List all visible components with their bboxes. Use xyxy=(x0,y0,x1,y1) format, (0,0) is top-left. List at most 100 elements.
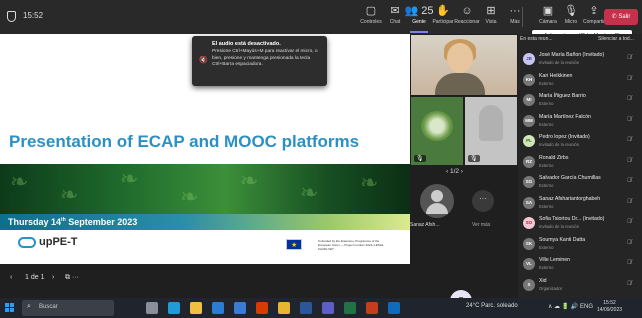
mail-icon[interactable] xyxy=(212,302,224,314)
participant-name: Sanaz Afsharian­torghabeh xyxy=(539,195,601,202)
toolbar-más-button[interactable]: ··· Más xyxy=(500,4,530,30)
outlook-icon[interactable] xyxy=(388,302,400,314)
participant-role: Invitado de la reunión xyxy=(539,60,580,65)
mic-off-icon: 🎙̸ xyxy=(627,55,632,61)
store-icon[interactable] xyxy=(234,302,246,314)
word-icon[interactable] xyxy=(300,302,312,314)
toolbar-button-label: Más xyxy=(510,19,520,25)
notification-body: Presione Ctrl+Mayús+M para reactivar el … xyxy=(212,49,318,67)
mic-off-icon: 🎙̸ xyxy=(627,75,632,82)
taskbar-search[interactable]: ⌕ Buscar xyxy=(22,300,114,316)
participant-avatar: SA xyxy=(523,196,535,209)
participant-row[interactable]: RZ Ronald Zirbs Externo 🎙̸ xyxy=(518,153,642,173)
meeting-time: 15:52 xyxy=(23,11,44,20)
participant-avatar: MM xyxy=(523,114,535,127)
participant-avatar-icon[interactable] xyxy=(420,184,454,218)
powerpoint-icon[interactable] xyxy=(366,302,378,314)
participant-role: Externo xyxy=(539,183,554,188)
mute-all-button[interactable]: Silenciar a tod... xyxy=(598,36,634,42)
audio-muted-notification: 🔇 El audio está desactivado. Presione Ct… xyxy=(192,36,327,86)
task-view-icon[interactable] xyxy=(146,302,158,314)
participant-avatar: SG xyxy=(523,176,535,188)
slide-options-icons[interactable]: ⧉ ··· xyxy=(65,274,79,282)
mic-off-icon: 🎙̸ xyxy=(627,219,632,225)
mic-off-icon: 🎙̸ xyxy=(627,157,632,164)
next-slide-button[interactable]: › xyxy=(52,274,54,281)
shield-icon xyxy=(7,11,16,22)
participant-role: Externo xyxy=(539,203,554,209)
in-meeting-section[interactable]: En esta reun... xyxy=(520,36,553,42)
participant-row[interactable]: X Xid Organizador 🎙̸ xyxy=(518,276,642,296)
toolbar-separator xyxy=(522,7,523,27)
participant-name: María Íñiguez Barrio xyxy=(539,93,586,99)
mic-off-icon: 🎙̸ xyxy=(627,178,632,184)
participant-avatar: KH xyxy=(523,73,535,86)
leave-label: Salir xyxy=(618,14,631,20)
participant-avatar: VL xyxy=(523,258,535,270)
participant-name: Ronald Zirbs xyxy=(539,154,569,161)
more-icon: ··· xyxy=(509,5,521,17)
avatar-tile-name: Sanaz Afsh... xyxy=(410,222,440,228)
more-participants-label: Ver más xyxy=(472,222,491,228)
participant-row[interactable]: SA Sanaz Afsharian­torghabeh Externo 🎙̸ xyxy=(518,194,642,214)
participant-row[interactable]: MM María Martínez Falcón Externo 🎙̸ xyxy=(518,112,642,132)
mic-off-icon: 🎙̸ xyxy=(627,260,632,266)
participant-row[interactable]: VL Ville Leminen Externo 🎙̸ xyxy=(518,255,642,275)
slide-navigation: ‹ 1 de 1 › ⧉ ··· xyxy=(0,264,410,298)
participant-name: Sofia Tsiortou Dr... (Invitado) xyxy=(539,216,605,222)
video-tile-plant[interactable]: 🎙 xyxy=(411,97,463,165)
participant-row[interactable]: KH Kari Heikkinen Externo 🎙̸ xyxy=(518,71,642,91)
edge-icon[interactable] xyxy=(168,302,180,314)
participant-role: Externo xyxy=(539,121,554,127)
windows-taskbar: ⌕ Buscar 24°C Parc. soleado ∧ ☁ 🔋 🔊 ENG … xyxy=(0,298,642,318)
participants-panel: En esta reun... Silenciar a tod... JB Jos… xyxy=(518,34,642,298)
participant-name: Pedro lopez (Invitado) xyxy=(539,134,590,140)
tile-mic-icon: 🎙 xyxy=(414,155,426,162)
eu-cofunding-text: Cofunded by the Erasmus+ Programme of th… xyxy=(318,239,385,251)
weather-widget[interactable]: 24°C Parc. soleado xyxy=(466,303,518,309)
mic-off-icon: 🎙̸ xyxy=(627,280,632,287)
participant-role: Invitado de la reunión xyxy=(539,224,580,229)
participants-panel-header: En esta reun... Silenciar a tod... xyxy=(518,34,642,48)
system-tray[interactable]: ∧ ☁ 🔋 🔊 ENG xyxy=(548,303,593,310)
uppet-logo-mark xyxy=(18,236,36,248)
explorer-icon[interactable] xyxy=(190,302,202,314)
participant-row[interactable]: SK Soumya Kanti Datta Externo 🎙̸ xyxy=(518,235,642,255)
video-gallery: 🎙 🎙 ‹ 1/2 › Sanaz Afsh... ··· Ver más F xyxy=(410,34,518,312)
participant-row[interactable]: JB José María Bañon (Invitado) Invitado de… xyxy=(518,50,642,70)
search-placeholder: Buscar xyxy=(39,304,58,310)
tile-mic-icon: 🎙 xyxy=(468,155,480,162)
taskbar-clock[interactable]: 15:52 14/09/2023 xyxy=(597,300,622,314)
participant-role: Externo xyxy=(539,80,554,86)
excel-icon[interactable] xyxy=(344,302,356,314)
participant-name: María Martínez Falcón xyxy=(539,113,591,120)
gallery-pager[interactable]: ‹ 1/2 › xyxy=(446,168,463,175)
participant-name: Soumya Kanti Datta xyxy=(539,236,586,243)
mic-off-icon: 🔇 xyxy=(199,57,208,64)
chrome-icon[interactable] xyxy=(278,302,290,314)
participant-role: Externo xyxy=(539,101,554,106)
leave-button[interactable]: ✆ Salir xyxy=(604,9,638,25)
mic-off-icon: 🎙̸ xyxy=(627,198,632,205)
participant-name: Ville Leminen xyxy=(539,257,571,263)
participant-role: Externo xyxy=(539,244,554,250)
participant-row[interactable]: MI María Íñiguez Barrio Externo 🎙̸ xyxy=(518,91,642,111)
video-tile-grey[interactable]: 🎙 xyxy=(465,97,517,165)
participant-avatar: SO xyxy=(523,217,535,229)
participant-role: Externo xyxy=(539,162,554,168)
windows-start-icon[interactable] xyxy=(5,303,15,313)
mic-off-icon: 🎙̸ xyxy=(627,137,632,143)
participant-row[interactable]: PL Pedro lopez (Invitado) Invitado de la r… xyxy=(518,132,642,152)
participant-name: José María Bañon (Invitado) xyxy=(539,52,605,58)
office-icon[interactable] xyxy=(256,302,268,314)
video-tile-woman[interactable] xyxy=(411,35,517,95)
mic-off-icon: 🎙̸ xyxy=(627,96,632,102)
slide-date: Thursday 14th September 2023 xyxy=(8,217,138,227)
participant-row[interactable]: SO Sofia Tsiortou Dr... (Invitado) Invitad… xyxy=(518,214,642,234)
more-participants-button[interactable]: ··· xyxy=(472,190,494,212)
teams-icon[interactable] xyxy=(322,302,334,314)
participant-avatar: SK xyxy=(523,237,535,250)
prev-slide-button[interactable]: ‹ xyxy=(10,274,12,281)
participant-row[interactable]: SG Salvador García Chumillas Externo 🎙̸ xyxy=(518,173,642,193)
date-banner: Thursday 14th September 2023 xyxy=(0,214,410,230)
